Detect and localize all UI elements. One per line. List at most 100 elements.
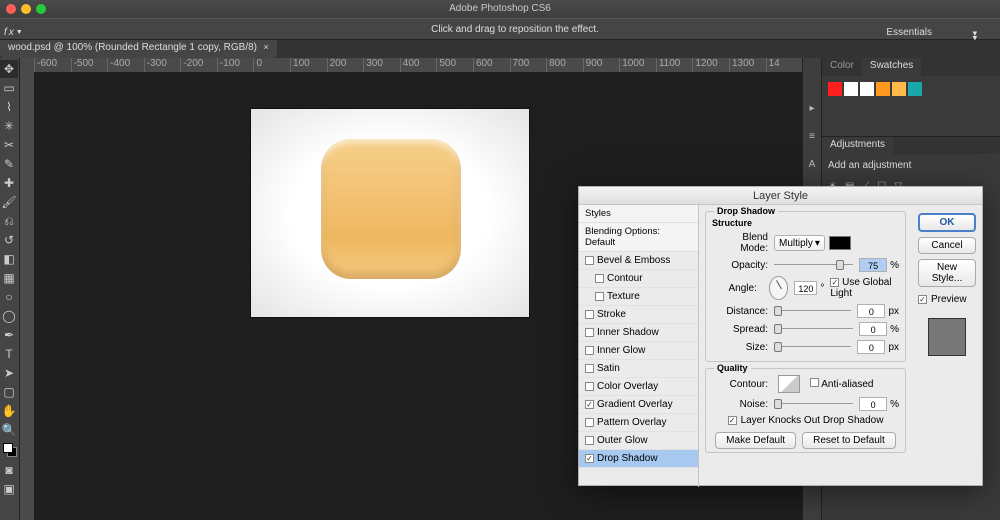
options-menu-icon[interactable]: ▼ bbox=[16, 22, 23, 44]
global-light-checkbox[interactable] bbox=[830, 278, 839, 287]
contour-picker[interactable] bbox=[778, 375, 800, 393]
swatch[interactable] bbox=[892, 82, 906, 96]
style-checkbox[interactable] bbox=[585, 418, 594, 427]
blur-tool[interactable]: ○ bbox=[0, 288, 18, 306]
type-panel-icon[interactable]: A bbox=[803, 154, 821, 176]
swatch[interactable] bbox=[908, 82, 922, 96]
opacity-label: Opacity: bbox=[712, 260, 768, 271]
document-canvas[interactable] bbox=[250, 108, 530, 318]
gradient-tool[interactable]: ▦ bbox=[0, 269, 18, 287]
workspace-switcher[interactable]: Essentials bbox=[886, 22, 932, 44]
shadow-color-swatch[interactable] bbox=[829, 236, 851, 250]
eraser-tool[interactable]: ◧ bbox=[0, 250, 18, 268]
style-item-gradient-overlay[interactable]: Gradient Overlay bbox=[579, 396, 698, 414]
eyedropper-tool[interactable]: ✎ bbox=[0, 155, 18, 173]
clone-stamp-tool[interactable]: ⎌ bbox=[0, 212, 18, 230]
style-checkbox[interactable] bbox=[585, 310, 594, 319]
style-checkbox[interactable] bbox=[585, 382, 594, 391]
preview-checkbox[interactable] bbox=[918, 295, 927, 304]
swatch[interactable] bbox=[844, 82, 858, 96]
style-checkbox[interactable] bbox=[585, 436, 594, 445]
crop-tool[interactable]: ✂ bbox=[0, 136, 18, 154]
path-selection-tool[interactable]: ➤ bbox=[0, 364, 18, 382]
ok-button[interactable]: OK bbox=[918, 213, 976, 232]
angle-dial[interactable] bbox=[769, 276, 789, 300]
style-item-bevel-emboss[interactable]: Bevel & Emboss bbox=[579, 252, 698, 270]
style-checkbox[interactable] bbox=[585, 346, 594, 355]
style-item-outer-glow[interactable]: Outer Glow bbox=[579, 432, 698, 450]
move-effect-icon[interactable]: f bbox=[4, 22, 7, 44]
ruler-vertical[interactable] bbox=[20, 58, 34, 520]
screen-mode-icon[interactable]: ▣ bbox=[0, 480, 18, 498]
spread-slider[interactable] bbox=[774, 323, 853, 335]
move-effect-icon-x[interactable]: x bbox=[9, 22, 14, 44]
blending-options[interactable]: Blending Options: Default bbox=[579, 223, 698, 252]
new-style-button[interactable]: New Style... bbox=[918, 259, 976, 287]
knockout-checkbox[interactable] bbox=[728, 416, 737, 425]
minimize-window-icon[interactable] bbox=[21, 4, 31, 14]
swatch[interactable] bbox=[860, 82, 874, 96]
ruler-horizontal[interactable]: -600-500-400-300-200-1000100200300400500… bbox=[34, 58, 802, 72]
style-item-stroke[interactable]: Stroke bbox=[579, 306, 698, 324]
foreground-background-color[interactable] bbox=[3, 443, 17, 457]
style-item-contour[interactable]: Contour bbox=[579, 270, 698, 288]
anti-aliased-checkbox[interactable] bbox=[810, 378, 819, 387]
hand-tool[interactable]: ✋ bbox=[0, 402, 18, 420]
style-item-color-overlay[interactable]: Color Overlay bbox=[579, 378, 698, 396]
close-window-icon[interactable] bbox=[6, 4, 16, 14]
reset-default-button[interactable]: Reset to Default bbox=[802, 432, 896, 449]
style-item-texture[interactable]: Texture bbox=[579, 288, 698, 306]
quick-mask-icon[interactable]: ◙ bbox=[0, 461, 18, 479]
blend-mode-select[interactable]: Multiply▾ bbox=[774, 235, 825, 251]
marquee-tool[interactable]: ▭ bbox=[0, 79, 18, 97]
swatch[interactable] bbox=[876, 82, 890, 96]
lasso-tool[interactable]: ⌇ bbox=[0, 98, 18, 116]
distance-input[interactable]: 0 bbox=[857, 304, 885, 318]
angle-input[interactable]: 120 bbox=[794, 281, 817, 295]
opacity-slider[interactable] bbox=[774, 259, 853, 271]
color-panel-tab[interactable]: Color bbox=[822, 58, 862, 76]
swatch[interactable] bbox=[828, 82, 842, 96]
styles-header[interactable]: Styles bbox=[579, 205, 698, 223]
style-checkbox[interactable] bbox=[585, 364, 594, 373]
swatches-panel-tab[interactable]: Swatches bbox=[862, 58, 921, 76]
style-checkbox[interactable] bbox=[595, 292, 604, 301]
noise-input[interactable]: 0 bbox=[859, 397, 887, 411]
magic-wand-tool[interactable]: ✳ bbox=[0, 117, 18, 135]
style-checkbox[interactable] bbox=[585, 328, 594, 337]
document-tab[interactable]: wood.psd @ 100% (Rounded Rectangle 1 cop… bbox=[0, 40, 277, 58]
close-tab-icon[interactable]: × bbox=[264, 42, 269, 52]
style-item-label: Drop Shadow bbox=[597, 453, 658, 464]
dodge-tool[interactable]: ◯ bbox=[0, 307, 18, 325]
adjustments-panel-tab[interactable]: Adjustments bbox=[822, 137, 893, 154]
style-item-satin[interactable]: Satin bbox=[579, 360, 698, 378]
distance-slider[interactable] bbox=[774, 305, 851, 317]
collapse-panels-icon[interactable]: ▸▸ bbox=[964, 31, 986, 40]
size-input[interactable]: 0 bbox=[857, 340, 885, 354]
brush-tool[interactable]: 🖌 bbox=[0, 193, 18, 211]
cancel-button[interactable]: Cancel bbox=[918, 237, 976, 254]
style-item-drop-shadow[interactable]: Drop Shadow bbox=[579, 450, 698, 468]
history-panel-icon[interactable]: ▸ bbox=[803, 98, 821, 120]
style-item-inner-glow[interactable]: Inner Glow bbox=[579, 342, 698, 360]
style-item-pattern-overlay[interactable]: Pattern Overlay bbox=[579, 414, 698, 432]
style-checkbox[interactable] bbox=[585, 454, 594, 463]
style-checkbox[interactable] bbox=[595, 274, 604, 283]
zoom-tool[interactable]: 🔍 bbox=[0, 421, 18, 439]
opacity-input[interactable]: 75 bbox=[859, 258, 887, 272]
type-tool[interactable]: T bbox=[0, 345, 18, 363]
history-brush-tool[interactable]: ↺ bbox=[0, 231, 18, 249]
noise-slider[interactable] bbox=[774, 398, 853, 410]
style-checkbox[interactable] bbox=[585, 256, 594, 265]
make-default-button[interactable]: Make Default bbox=[715, 432, 796, 449]
healing-brush-tool[interactable]: ✚ bbox=[0, 174, 18, 192]
char-panel-icon[interactable]: ≡ bbox=[803, 126, 821, 148]
size-slider[interactable] bbox=[774, 341, 851, 353]
style-checkbox[interactable] bbox=[585, 400, 594, 409]
pen-tool[interactable]: ✒ bbox=[0, 326, 18, 344]
zoom-window-icon[interactable] bbox=[36, 4, 46, 14]
move-tool[interactable]: ✥ bbox=[0, 60, 18, 78]
spread-input[interactable]: 0 bbox=[859, 322, 887, 336]
shape-tool[interactable]: ▢ bbox=[0, 383, 18, 401]
style-item-inner-shadow[interactable]: Inner Shadow bbox=[579, 324, 698, 342]
